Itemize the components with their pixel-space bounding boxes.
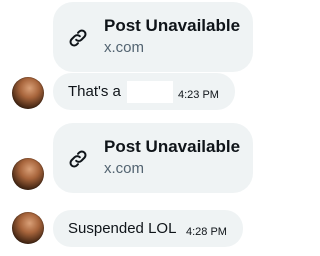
link-card-title: Post Unavailable: [104, 16, 241, 35]
link-card-domain: x.com: [104, 160, 145, 177]
link-card-title: Post Unavailable: [104, 137, 241, 156]
message-text: Suspended LOL: [68, 220, 177, 237]
message-text: That's a: [68, 83, 121, 100]
link-card-domain: x.com: [104, 39, 145, 56]
link-card[interactable]: Post Unavailable x.com: [53, 123, 253, 193]
link-card[interactable]: Post Unavailable x.com: [53, 2, 253, 72]
redacted-area: [127, 81, 173, 103]
avatar[interactable]: [12, 158, 44, 190]
message-bubble[interactable]: That's a 4:23 PM: [53, 73, 235, 110]
link-icon: [69, 150, 87, 168]
avatar[interactable]: [12, 77, 44, 109]
message-timestamp: 4:28 PM: [186, 226, 227, 238]
avatar[interactable]: [12, 212, 44, 244]
message-bubble[interactable]: Suspended LOL 4:28 PM: [53, 210, 243, 247]
link-icon: [69, 29, 87, 47]
message-timestamp: 4:23 PM: [178, 89, 219, 101]
